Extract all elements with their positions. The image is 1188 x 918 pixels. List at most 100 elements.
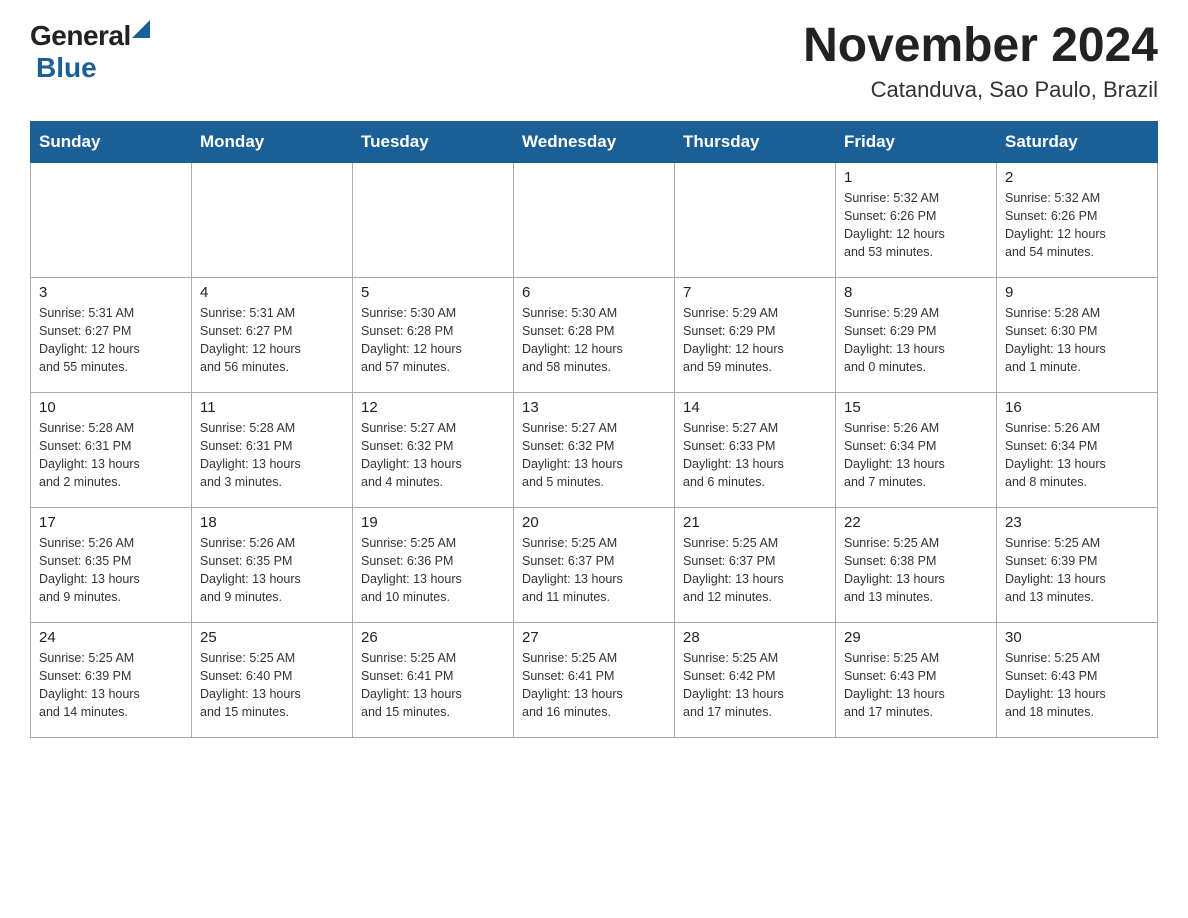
day-info: Sunrise: 5:26 AM Sunset: 6:35 PM Dayligh… [39,534,183,607]
day-info: Sunrise: 5:25 AM Sunset: 6:42 PM Dayligh… [683,649,827,722]
day-cell-3-6: 23Sunrise: 5:25 AM Sunset: 6:39 PM Dayli… [997,507,1158,622]
day-cell-4-1: 25 Sunrise: 5:25 AM Sunset: 6:40 PM Dayli… [192,622,353,737]
day-cell-3-4: 21 Sunrise: 5:25 AM Sunset: 6:37 PM Dayli… [675,507,836,622]
page-subtitle: Catanduva, Sao Paulo, Brazil [803,77,1158,103]
day-info: Sunrise: 5:27 AM Sunset: 6:33 PM Dayligh… [683,419,827,492]
day-number: 15 [844,399,988,416]
day-info: Sunrise: 5:25 AM Sunset: 6:38 PM Dayligh… [844,534,988,607]
day-number: 4 [200,284,344,301]
day-cell-2-0: 10 Sunrise: 5:28 AM Sunset: 6:31 PM Dayli… [31,392,192,507]
day-info: Sunrise: 5:27 AM Sunset: 6:32 PM Dayligh… [522,419,666,492]
day-info: Sunrise: 5:31 AM Sunset: 6:27 PM Dayligh… [39,304,183,377]
day-info: Sunrise: 5:27 AM Sunset: 6:32 PM Dayligh… [361,419,505,492]
day-number: 27 [522,629,666,646]
day-info: Sunrise: 5:28 AM Sunset: 6:30 PM Dayligh… [1005,304,1149,377]
page-title: November 2024 [803,20,1158,73]
day-cell-3-2: 19 Sunrise: 5:25 AM Sunset: 6:36 PM Dayli… [353,507,514,622]
calendar-table: Sunday Monday Tuesday Wednesday Thursday… [30,121,1158,738]
day-info: Sunrise: 5:25 AM Sunset: 6:37 PM Dayligh… [683,534,827,607]
day-cell-0-6: 2Sunrise: 5:32 AM Sunset: 6:26 PM Daylig… [997,162,1158,277]
header-tuesday: Tuesday [353,121,514,162]
logo-general-text: General [30,20,131,52]
day-info: Sunrise: 5:30 AM Sunset: 6:28 PM Dayligh… [522,304,666,377]
day-info: Sunrise: 5:32 AM Sunset: 6:26 PM Dayligh… [1005,189,1149,262]
day-cell-3-3: 20Sunrise: 5:25 AM Sunset: 6:37 PM Dayli… [514,507,675,622]
day-number: 17 [39,514,183,531]
day-number: 6 [522,284,666,301]
day-info: Sunrise: 5:25 AM Sunset: 6:43 PM Dayligh… [844,649,988,722]
day-info: Sunrise: 5:25 AM Sunset: 6:39 PM Dayligh… [39,649,183,722]
day-number: 9 [1005,284,1149,301]
day-number: 13 [522,399,666,416]
weekday-header-row: Sunday Monday Tuesday Wednesday Thursday… [31,121,1158,162]
day-number: 7 [683,284,827,301]
day-cell-1-0: 3 Sunrise: 5:31 AM Sunset: 6:27 PM Daylig… [31,277,192,392]
day-number: 3 [39,284,183,301]
day-info: Sunrise: 5:29 AM Sunset: 6:29 PM Dayligh… [844,304,988,377]
day-number: 25 [200,629,344,646]
day-cell-0-0 [31,162,192,277]
day-cell-0-4 [675,162,836,277]
header-monday: Monday [192,121,353,162]
day-info: Sunrise: 5:26 AM Sunset: 6:35 PM Dayligh… [200,534,344,607]
day-cell-3-0: 17 Sunrise: 5:26 AM Sunset: 6:35 PM Dayli… [31,507,192,622]
header-thursday: Thursday [675,121,836,162]
week-row-5: 24 Sunrise: 5:25 AM Sunset: 6:39 PM Dayli… [31,622,1158,737]
day-number: 28 [683,629,827,646]
week-row-1: 1Sunrise: 5:32 AM Sunset: 6:26 PM Daylig… [31,162,1158,277]
day-cell-4-0: 24 Sunrise: 5:25 AM Sunset: 6:39 PM Dayli… [31,622,192,737]
week-row-3: 10 Sunrise: 5:28 AM Sunset: 6:31 PM Dayli… [31,392,1158,507]
header-friday: Friday [836,121,997,162]
day-number: 24 [39,629,183,646]
day-cell-0-1 [192,162,353,277]
day-cell-4-6: 30Sunrise: 5:25 AM Sunset: 6:43 PM Dayli… [997,622,1158,737]
day-cell-1-2: 5 Sunrise: 5:30 AM Sunset: 6:28 PM Daylig… [353,277,514,392]
day-info: Sunrise: 5:25 AM Sunset: 6:41 PM Dayligh… [522,649,666,722]
day-number: 8 [844,284,988,301]
week-row-2: 3 Sunrise: 5:31 AM Sunset: 6:27 PM Daylig… [31,277,1158,392]
day-cell-4-3: 27 Sunrise: 5:25 AM Sunset: 6:41 PM Dayli… [514,622,675,737]
day-cell-2-2: 12 Sunrise: 5:27 AM Sunset: 6:32 PM Dayli… [353,392,514,507]
day-cell-4-2: 26Sunrise: 5:25 AM Sunset: 6:41 PM Dayli… [353,622,514,737]
day-cell-2-3: 13 Sunrise: 5:27 AM Sunset: 6:32 PM Dayli… [514,392,675,507]
day-number: 5 [361,284,505,301]
logo: General Blue [30,20,150,84]
day-cell-2-4: 14 Sunrise: 5:27 AM Sunset: 6:33 PM Dayli… [675,392,836,507]
day-number: 21 [683,514,827,531]
day-cell-2-6: 16Sunrise: 5:26 AM Sunset: 6:34 PM Dayli… [997,392,1158,507]
day-number: 10 [39,399,183,416]
title-block: November 2024 Catanduva, Sao Paulo, Braz… [803,20,1158,103]
day-cell-1-5: 8 Sunrise: 5:29 AM Sunset: 6:29 PM Daylig… [836,277,997,392]
day-info: Sunrise: 5:26 AM Sunset: 6:34 PM Dayligh… [844,419,988,492]
day-cell-2-1: 11 Sunrise: 5:28 AM Sunset: 6:31 PM Dayli… [192,392,353,507]
day-info: Sunrise: 5:25 AM Sunset: 6:36 PM Dayligh… [361,534,505,607]
day-info: Sunrise: 5:28 AM Sunset: 6:31 PM Dayligh… [200,419,344,492]
day-number: 14 [683,399,827,416]
day-cell-0-2 [353,162,514,277]
header-saturday: Saturday [997,121,1158,162]
day-number: 19 [361,514,505,531]
logo-blue-text: Blue [36,52,97,84]
day-cell-1-1: 4Sunrise: 5:31 AM Sunset: 6:27 PM Daylig… [192,277,353,392]
day-info: Sunrise: 5:28 AM Sunset: 6:31 PM Dayligh… [39,419,183,492]
day-number: 16 [1005,399,1149,416]
logo-triangle-icon [132,20,150,38]
day-number: 12 [361,399,505,416]
day-cell-1-4: 7 Sunrise: 5:29 AM Sunset: 6:29 PM Daylig… [675,277,836,392]
day-info: Sunrise: 5:25 AM Sunset: 6:39 PM Dayligh… [1005,534,1149,607]
day-cell-0-3 [514,162,675,277]
day-info: Sunrise: 5:32 AM Sunset: 6:26 PM Dayligh… [844,189,988,262]
day-number: 18 [200,514,344,531]
day-cell-2-5: 15 Sunrise: 5:26 AM Sunset: 6:34 PM Dayli… [836,392,997,507]
day-info: Sunrise: 5:25 AM Sunset: 6:41 PM Dayligh… [361,649,505,722]
day-info: Sunrise: 5:30 AM Sunset: 6:28 PM Dayligh… [361,304,505,377]
day-info: Sunrise: 5:25 AM Sunset: 6:37 PM Dayligh… [522,534,666,607]
week-row-4: 17 Sunrise: 5:26 AM Sunset: 6:35 PM Dayli… [31,507,1158,622]
day-info: Sunrise: 5:25 AM Sunset: 6:40 PM Dayligh… [200,649,344,722]
day-number: 11 [200,399,344,416]
day-info: Sunrise: 5:29 AM Sunset: 6:29 PM Dayligh… [683,304,827,377]
day-number: 22 [844,514,988,531]
day-cell-4-5: 29Sunrise: 5:25 AM Sunset: 6:43 PM Dayli… [836,622,997,737]
day-cell-1-6: 9 Sunrise: 5:28 AM Sunset: 6:30 PM Daylig… [997,277,1158,392]
day-cell-0-5: 1Sunrise: 5:32 AM Sunset: 6:26 PM Daylig… [836,162,997,277]
